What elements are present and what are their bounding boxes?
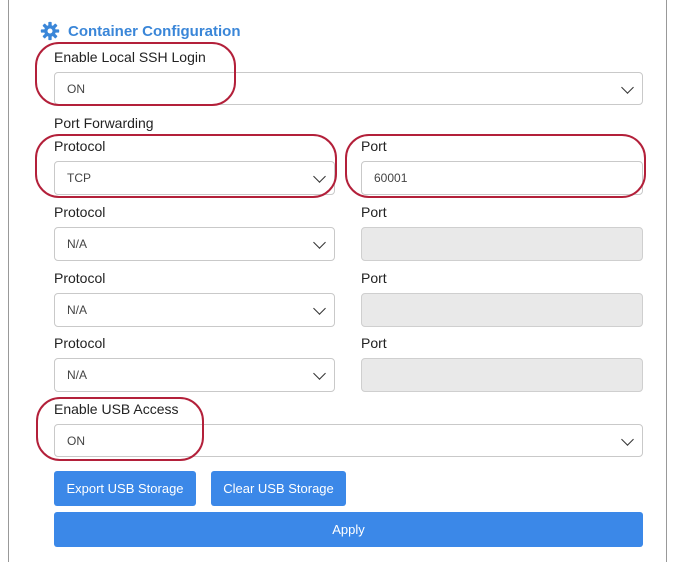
protocol-label: Protocol [54,335,106,351]
section-title: Container Configuration [68,22,241,40]
export-usb-storage-button[interactable]: Export USB Storage [54,471,196,506]
protocol-select-2[interactable]: N/A [54,227,335,261]
protocol-label: Protocol [54,270,106,286]
port-forwarding-label: Port Forwarding [54,115,154,131]
chevron-down-icon [313,236,326,249]
port-input-3 [361,293,643,327]
ssh-select-value: ON [67,81,85,96]
ssh-label: Enable Local SSH Login [54,49,206,65]
protocol-select-value: N/A [67,237,88,251]
chevron-down-icon [313,302,326,315]
port-input-value: 60001 [374,171,408,185]
usb-select[interactable]: ON [54,424,643,457]
protocol-select-value: N/A [67,303,88,317]
protocol-select-value: TCP [67,171,91,185]
protocol-select-value: N/A [67,368,88,382]
usb-label: Enable USB Access [54,401,179,417]
clear-usb-storage-button[interactable]: Clear USB Storage [211,471,346,506]
port-label: Port [361,138,387,154]
protocol-label: Protocol [54,204,106,220]
port-label: Port [361,270,387,286]
port-label: Port [361,335,387,351]
port-input-1[interactable]: 60001 [361,161,643,195]
ssh-select[interactable]: ON [54,72,643,105]
port-input-2 [361,227,643,261]
apply-button[interactable]: Apply [54,512,643,547]
chevron-down-icon [313,170,326,183]
chevron-down-icon [313,367,326,380]
protocol-select-4[interactable]: N/A [54,358,335,392]
gear-icon [40,21,60,41]
protocol-select-1[interactable]: TCP [54,161,335,195]
chevron-down-icon [621,80,634,94]
section-header: Container Configuration [40,20,241,42]
port-input-4 [361,358,643,392]
chevron-down-icon [621,432,634,446]
usb-select-value: ON [67,433,85,448]
protocol-label: Protocol [54,138,106,154]
port-label: Port [361,204,387,220]
protocol-select-3[interactable]: N/A [54,293,335,327]
